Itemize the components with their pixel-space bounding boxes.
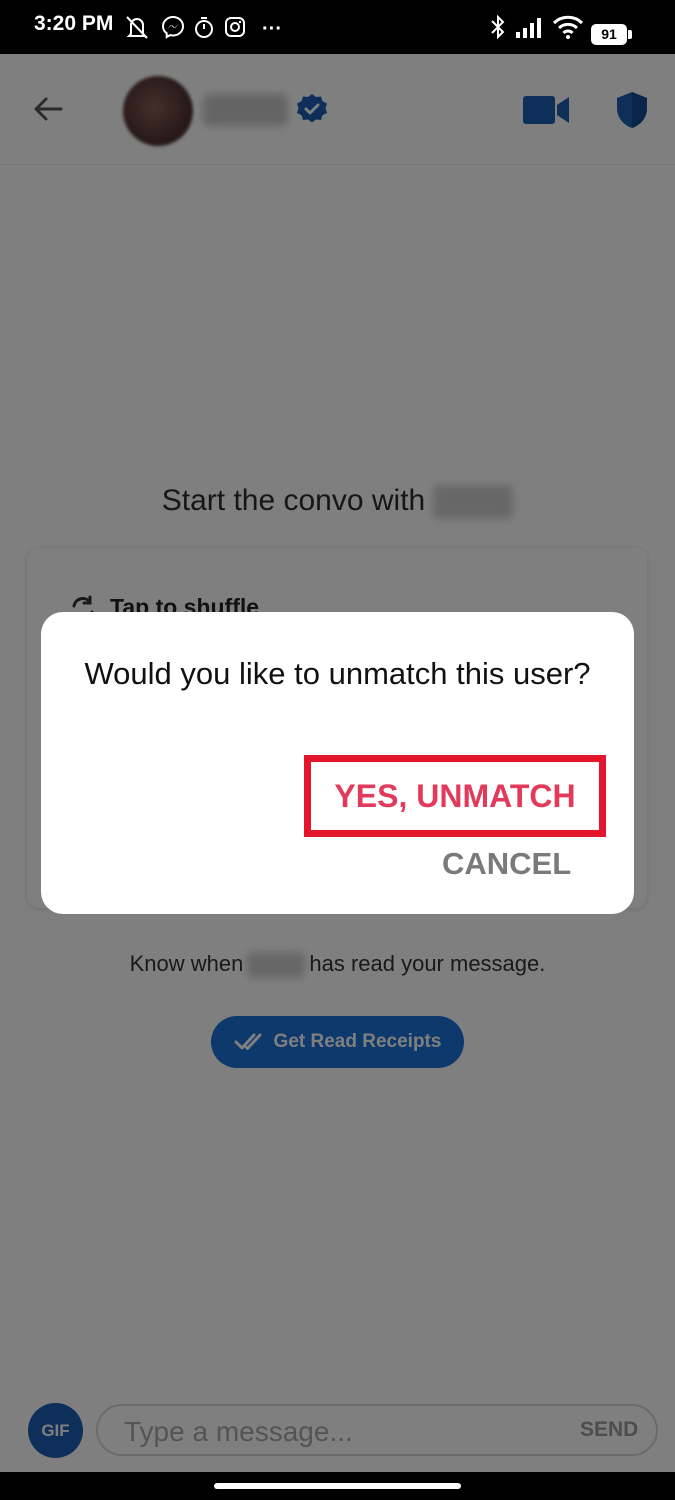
mute-off-icon — [126, 16, 148, 39]
more-notifications-indicator: ··· — [262, 18, 282, 40]
dialog-title: Would you like to unmatch this user? — [84, 656, 591, 691]
cancel-button[interactable]: CANCEL — [442, 846, 571, 882]
bluetooth-icon — [491, 14, 505, 40]
timer-icon — [195, 17, 213, 38]
signal-icon — [516, 18, 541, 38]
home-gesture-handle[interactable] — [214, 1483, 461, 1489]
instagram-icon — [225, 17, 245, 37]
wifi-icon — [552, 15, 584, 39]
battery-tip — [628, 30, 632, 39]
messenger-icon — [161, 15, 185, 39]
status-time: 3:20 PM — [34, 12, 114, 35]
battery-level: 91 — [601, 26, 617, 42]
yes-unmatch-button[interactable]: YES, UNMATCH — [304, 755, 606, 837]
